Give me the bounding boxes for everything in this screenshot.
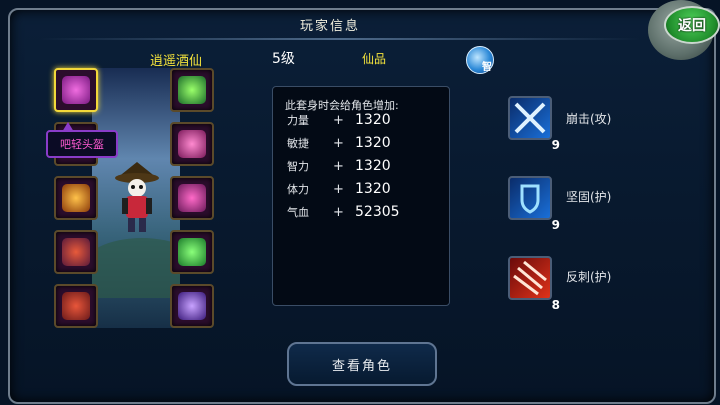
stat-row: 力量 + 1320	[287, 111, 391, 129]
ring-icon	[178, 130, 206, 158]
skill-name: 反刺(护)	[566, 270, 612, 284]
equip-slot-staff[interactable]	[170, 284, 214, 328]
stat-sign: +	[333, 204, 344, 220]
stat-label: 敏捷	[287, 137, 309, 150]
character-figure-icon	[115, 162, 159, 232]
cape-icon	[178, 184, 206, 212]
skill-level: 8	[551, 298, 560, 312]
stat-row: 气血 + 52305	[287, 203, 400, 221]
skill-level: 9	[551, 138, 560, 152]
skill-slot-reflect-spikes[interactable]: 8	[508, 256, 560, 312]
gourd-icon	[178, 238, 206, 266]
equip-slot-amulet[interactable]	[170, 68, 214, 112]
skill-name: 坚固(护)	[566, 190, 612, 204]
staff-icon	[178, 292, 206, 320]
stat-sign: +	[333, 181, 344, 197]
stat-panel: 此套身时会给角色增加: 力量 + 1320 敏捷 + 1320 智力 + 132…	[272, 86, 450, 306]
equipment-tooltip: 吧轻头盔	[46, 122, 118, 158]
equip-slot-weapon[interactable]	[54, 176, 98, 220]
view-character-label: 查看角色	[331, 358, 392, 374]
armor-icon	[62, 238, 90, 266]
character-name: 逍遥酒仙	[150, 54, 203, 69]
character-level: 5级	[272, 51, 295, 67]
stat-label: 力量	[287, 114, 309, 127]
skill-slot-solid-guard[interactable]: 9	[508, 176, 560, 232]
skill-slot-collapse-strike[interactable]: 9	[508, 96, 560, 152]
stat-sign: +	[333, 135, 344, 151]
wisdom-badge: 智	[482, 61, 492, 73]
skill-name: 崩击(攻)	[566, 112, 612, 126]
wisdom-orb-icon[interactable]: 智	[466, 46, 494, 74]
return-label: 返回	[678, 18, 706, 34]
amulet-icon	[178, 76, 206, 104]
character-rank: 仙品	[362, 52, 387, 66]
equip-slot-armor[interactable]	[54, 230, 98, 274]
stat-value: 1320	[355, 158, 391, 174]
stat-value: 1320	[355, 112, 391, 128]
skill-level: 9	[551, 218, 560, 232]
crossed-swords-icon	[514, 102, 546, 134]
stat-sign: +	[333, 158, 344, 174]
stat-row: 体力 + 1320	[287, 180, 391, 198]
stat-label: 体力	[287, 183, 309, 196]
stat-label: 智力	[287, 160, 309, 173]
stat-row: 智力 + 1320	[287, 157, 391, 175]
title-divider	[40, 38, 640, 40]
tooltip-text: 吧轻头盔	[60, 138, 104, 151]
return-button[interactable]: 返回	[648, 0, 720, 64]
stat-value: 52305	[355, 204, 400, 220]
page-title: 玩家信息	[299, 18, 360, 34]
stat-sign: +	[333, 112, 344, 128]
shield-icon	[520, 184, 540, 214]
title-bar: 玩家信息	[10, 10, 650, 38]
stat-label: 气血	[287, 206, 309, 219]
reflect-spikes-icon	[513, 260, 547, 296]
character-portrait	[92, 68, 180, 328]
equip-slot-helmet[interactable]	[54, 68, 98, 112]
boots-icon	[62, 292, 90, 320]
stat-value: 1320	[355, 181, 391, 197]
stat-value: 1320	[355, 135, 391, 151]
view-character-button[interactable]: 查看角色	[287, 342, 437, 386]
equip-slot-gourd[interactable]	[170, 230, 214, 274]
weapon-icon	[62, 184, 90, 212]
stat-row: 敏捷 + 1320	[287, 134, 391, 152]
equip-slot-ring[interactable]	[170, 122, 214, 166]
helmet-icon	[62, 76, 90, 104]
equip-slot-boots[interactable]	[54, 284, 98, 328]
equip-slot-cape[interactable]	[170, 176, 214, 220]
